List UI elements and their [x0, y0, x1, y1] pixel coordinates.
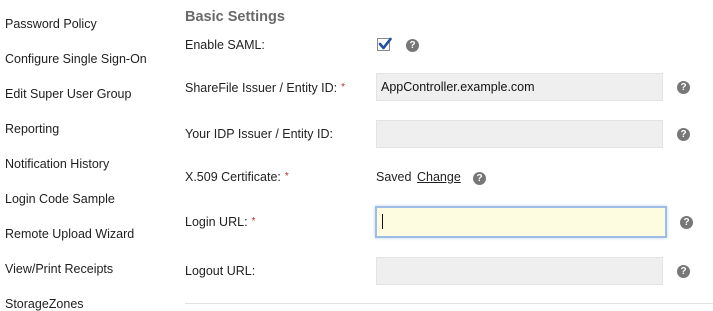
sidebar-item-password-policy[interactable]: Password Policy — [5, 17, 97, 31]
text-caret — [382, 214, 383, 229]
section-divider — [185, 303, 713, 304]
sidebar-item-notification-history[interactable]: Notification History — [5, 157, 109, 171]
issuer-label: ShareFile Issuer / Entity ID: * — [185, 81, 345, 95]
certificate-label: X.509 Certificate: * — [185, 170, 289, 184]
sidebar-item-configure-sso[interactable]: Configure Single Sign-On — [5, 52, 147, 66]
required-marker: * — [284, 171, 289, 182]
sidebar-item-edit-super-user-group[interactable]: Edit Super User Group — [5, 87, 131, 101]
sidebar-item-login-code-sample[interactable]: Login Code Sample — [5, 192, 115, 206]
help-icon-login-url[interactable]: ? — [680, 216, 693, 229]
sidebar-item-remote-upload-wizard[interactable]: Remote Upload Wizard — [5, 227, 134, 241]
issuer-label-text: ShareFile Issuer / Entity ID: — [185, 81, 338, 95]
required-marker: * — [251, 216, 256, 227]
login-url-input[interactable] — [375, 206, 667, 238]
section-title: Basic Settings — [185, 9, 285, 25]
saml-settings-form: Basic Settings Enable SAML: ? ShareFile … — [185, 0, 713, 311]
logout-url-input[interactable] — [376, 257, 663, 285]
required-marker: * — [341, 82, 346, 93]
idp-issuer-label: Your IDP Issuer / Entity ID: — [185, 127, 333, 141]
help-icon-idp-issuer[interactable]: ? — [677, 128, 690, 141]
issuer-input[interactable] — [376, 73, 663, 101]
help-icon-certificate[interactable]: ? — [473, 172, 486, 185]
enable-saml-checkbox[interactable] — [377, 37, 392, 51]
login-url-label: Login URL: * — [185, 215, 255, 229]
logout-url-label: Logout URL: — [185, 264, 256, 278]
sidebar: Password Policy Configure Single Sign-On… — [0, 0, 170, 311]
sidebar-item-reporting[interactable]: Reporting — [5, 122, 59, 136]
sidebar-item-view-print-receipts[interactable]: View/Print Receipts — [5, 262, 113, 276]
login-url-label-text: Login URL: — [185, 215, 248, 229]
checkmark-icon — [378, 37, 392, 50]
certificate-label-text: X.509 Certificate: — [185, 170, 281, 184]
enable-saml-label: Enable SAML: — [185, 38, 265, 52]
help-icon-enable-saml[interactable]: ? — [406, 39, 419, 52]
certificate-status: Saved — [376, 170, 412, 184]
idp-issuer-input[interactable] — [376, 120, 663, 148]
sidebar-item-storagezones[interactable]: StorageZones — [5, 297, 84, 311]
help-icon-logout-url[interactable]: ? — [677, 265, 690, 278]
certificate-change-link[interactable]: Change — [417, 170, 461, 184]
help-icon-issuer[interactable]: ? — [677, 81, 690, 94]
